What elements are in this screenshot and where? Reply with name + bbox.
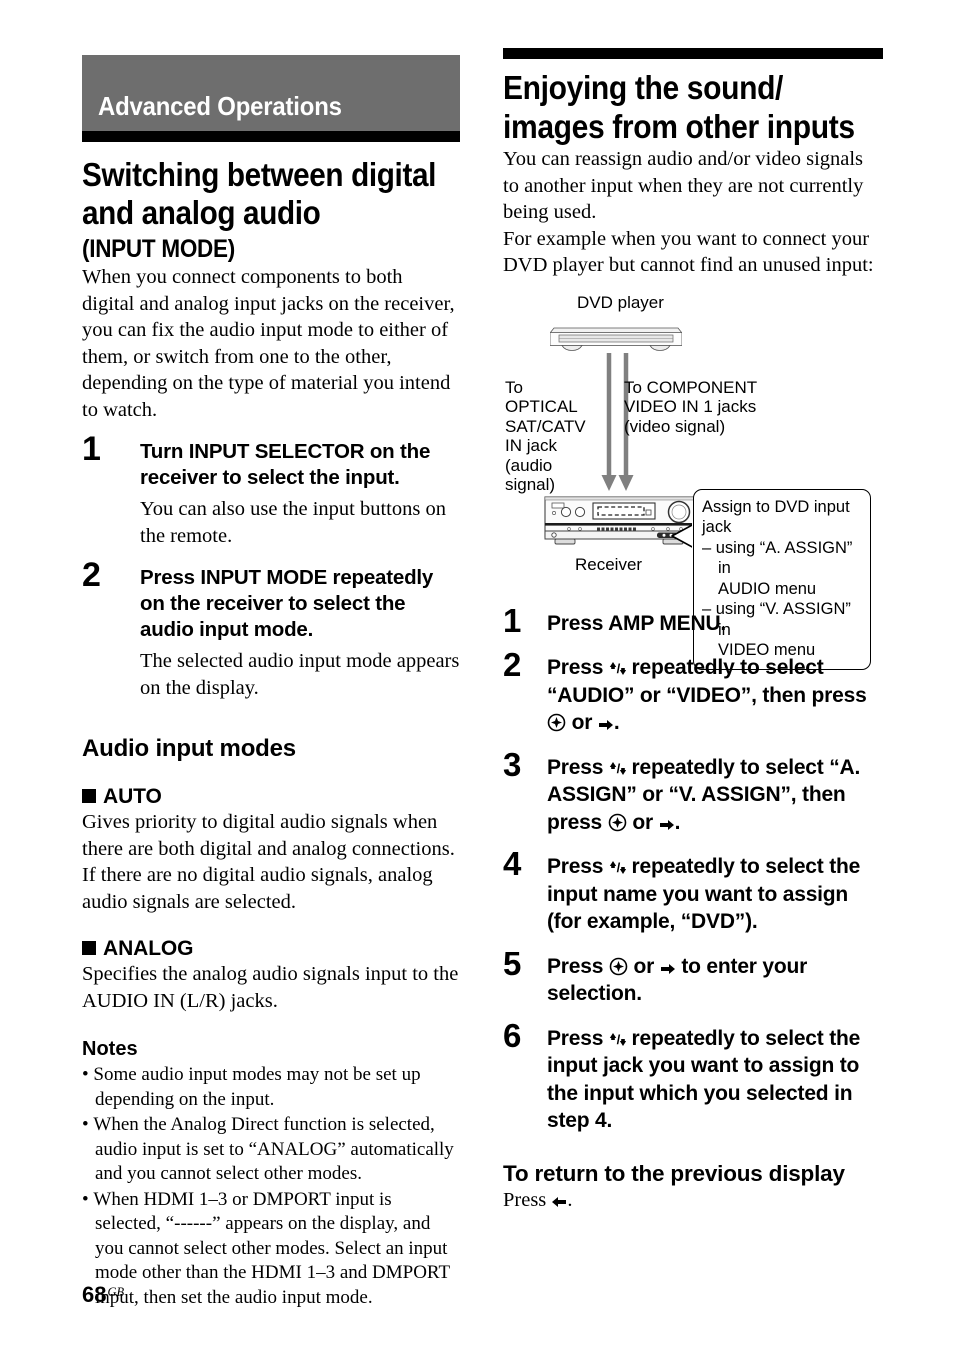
right-arrow-icon xyxy=(598,720,613,730)
mode-name: ANALOG xyxy=(103,937,194,960)
receiver-label: Receiver xyxy=(575,554,643,574)
step-2: 2 Press / repeatedly to select “AUDIO” o… xyxy=(503,648,883,737)
step-text: Press xyxy=(547,755,609,779)
callout-line-2: – using “A. ASSIGN” in xyxy=(702,538,853,578)
step-number: 2 xyxy=(503,646,522,683)
callout-line-3: AUDIO menu xyxy=(718,579,817,598)
step-heading: Press / repeatedly to select “AUDIO” or … xyxy=(547,656,867,734)
step-number: 1 xyxy=(503,601,522,639)
square-bullet-icon xyxy=(82,941,96,955)
mode-heading-auto: AUTO xyxy=(82,785,460,809)
return-text: Press xyxy=(503,1188,552,1211)
step-text: Press AMP MENU. xyxy=(547,611,727,635)
step-number: 5 xyxy=(503,944,522,982)
up-down-arrow-icon: / xyxy=(609,1032,626,1047)
step-5: 5 Press or to enter your selection. xyxy=(503,946,883,1008)
step-number: 3 xyxy=(503,745,522,783)
banner-rule xyxy=(82,131,460,142)
step-heading: Press / repeatedly to select the input n… xyxy=(547,853,883,936)
section-banner-label: Advanced Operations xyxy=(98,91,342,121)
section-banner: Advanced Operations xyxy=(82,55,460,131)
step-heading: Turn INPUT SELECTOR on the receiver to s… xyxy=(140,440,431,489)
intro-paragraph-1: You can reassign audio and/or video sign… xyxy=(503,148,864,223)
square-bullet-icon xyxy=(82,789,96,803)
enter-button-icon xyxy=(609,957,628,975)
step-2: 2 Press INPUT MODE repeatedly on the rec… xyxy=(82,558,460,701)
step-heading: Press / repeatedly to select the input j… xyxy=(547,1025,883,1135)
step-text: or xyxy=(627,954,660,978)
intro-paragraph: When you connect components to both digi… xyxy=(82,266,455,421)
list-item: When the Analog Direct function is selec… xyxy=(82,1113,460,1187)
svg-text:/: / xyxy=(616,860,620,875)
page-number-value: 68 xyxy=(82,1282,107,1307)
dvd-player-label: DVD player xyxy=(577,292,664,312)
step-1: 1 Turn INPUT SELECTOR on the receiver to… xyxy=(82,432,460,549)
up-down-arrow-icon: / xyxy=(609,761,626,776)
notes-list: Some audio input modes may not be set up… xyxy=(82,1063,460,1310)
return-display-heading: To return to the previous display xyxy=(503,1160,845,1186)
right-arrow-icon xyxy=(660,963,675,974)
region-code: GB xyxy=(107,1285,125,1299)
top-rule xyxy=(503,48,883,59)
audio-input-modes-heading: Audio input modes xyxy=(82,735,296,762)
return-display-body: Press . xyxy=(503,1187,883,1214)
step-heading: Press or to enter your selection. xyxy=(547,953,883,1008)
page-subtitle: (INPUT MODE) xyxy=(82,235,235,263)
step-4: 4 Press / repeatedly to select the input… xyxy=(503,847,883,936)
step-text: Press xyxy=(547,954,609,978)
left-arrow-icon xyxy=(552,1196,567,1207)
mode-body-analog: Specifies the analog audio signals input… xyxy=(82,963,459,1012)
right-arrow-icon xyxy=(659,819,674,830)
list-item: Some audio input modes may not be set up… xyxy=(82,1063,460,1112)
enter-button-icon xyxy=(547,713,566,732)
mode-body-auto: Gives priority to digital audio signals … xyxy=(82,811,455,913)
page-number: 68GB xyxy=(82,1282,124,1308)
intro-paragraph-2: For example when you want to connect you… xyxy=(503,227,874,277)
mode-name: AUTO xyxy=(103,785,162,808)
enter-button-icon xyxy=(608,813,626,831)
connection-diagram: DVD player To OPTICAL SAT/CATV IN jack (… xyxy=(503,292,883,670)
step-number: 4 xyxy=(503,845,522,882)
svg-text:/: / xyxy=(616,1032,620,1047)
callout-line-1: Assign to DVD input jack xyxy=(702,497,850,537)
step-heading: Press / repeatedly to select “A. ASSIGN”… xyxy=(547,755,861,834)
step-heading: Press INPUT MODE repeatedly on the recei… xyxy=(140,566,434,641)
dvd-player-illustration xyxy=(550,327,682,351)
svg-text:/: / xyxy=(616,661,620,676)
mode-heading-analog: ANALOG xyxy=(82,937,460,961)
step-text: Press xyxy=(547,1026,609,1050)
page-title: Switching between digital and analog aud… xyxy=(82,156,437,231)
step-number: 6 xyxy=(503,1016,522,1054)
step-body: You can also use the input buttons on th… xyxy=(140,498,446,547)
list-item: When HDMI 1–3 or DMPORT input is selecte… xyxy=(82,1188,460,1311)
svg-text:/: / xyxy=(616,761,620,776)
manual-page: Advanced Operations Switching between di… xyxy=(0,0,954,1352)
step-number: 2 xyxy=(82,556,101,594)
left-column: Advanced Operations Switching between di… xyxy=(82,55,460,1310)
step-6: 6 Press / repeatedly to select the input… xyxy=(503,1018,883,1135)
up-down-arrow-icon: / xyxy=(609,661,626,676)
optical-jack-label: To OPTICAL SAT/CATV IN jack (audio signa… xyxy=(505,377,586,495)
step-text: or xyxy=(626,810,659,834)
step-text: Press xyxy=(547,656,609,679)
up-down-arrow-icon: / xyxy=(609,860,626,875)
section-title: Enjoying the sound/ images from other in… xyxy=(503,69,855,145)
right-column: Enjoying the sound/ images from other in… xyxy=(503,48,883,1213)
step-body: The selected audio input mode appears on… xyxy=(140,650,460,699)
component-video-label: To COMPONENT VIDEO IN 1 jacks (video sig… xyxy=(624,377,757,436)
assign-callout-box: Assign to DVD input jack – using “A. ASS… xyxy=(693,488,871,670)
step-heading: Press AMP MENU. xyxy=(547,610,883,638)
notes-heading: Notes xyxy=(82,1038,138,1060)
step-text: Press xyxy=(547,855,609,878)
return-text: . xyxy=(567,1188,573,1211)
step-number: 1 xyxy=(82,430,101,468)
step-text: or xyxy=(566,711,598,734)
step-3: 3 Press / repeatedly to select “A. ASSIG… xyxy=(503,747,883,837)
step-1: 1 Press AMP MENU. xyxy=(503,603,883,638)
